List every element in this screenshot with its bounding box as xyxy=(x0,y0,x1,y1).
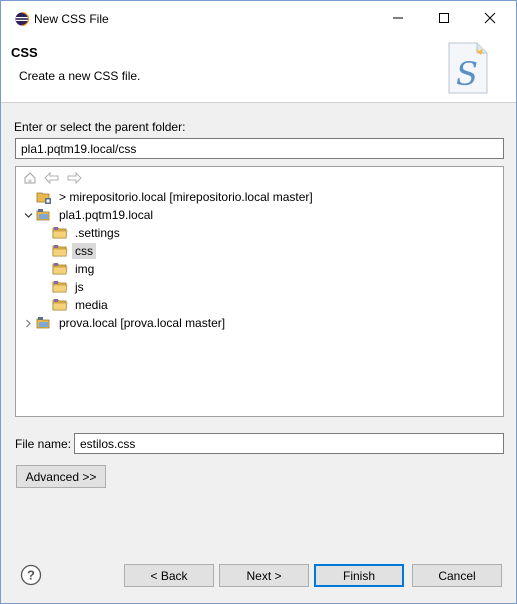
tree-item-settings[interactable]: .settings xyxy=(52,224,123,242)
parent-folder-input[interactable]: pla1.pqtm19.local/css xyxy=(15,138,504,159)
home-icon[interactable] xyxy=(22,170,38,186)
cancel-button[interactable]: Cancel xyxy=(412,564,502,587)
tree-item-css[interactable]: css xyxy=(52,242,96,260)
tree-item-img[interactable]: img xyxy=(52,260,97,278)
back-button-label: < Back xyxy=(150,568,188,583)
tree-item-label: media xyxy=(75,298,108,312)
eclipse-icon xyxy=(15,12,29,26)
close-icon xyxy=(484,12,496,24)
wizard-header: CSS Create a new CSS file. S xyxy=(1,35,516,103)
file-name-label: File name: xyxy=(15,437,72,451)
title-bar: New CSS File xyxy=(1,1,516,35)
tree-item-pla1[interactable]: pla1.pqtm19.local xyxy=(22,206,156,224)
minimize-button[interactable] xyxy=(375,1,421,35)
new-css-file-dialog: New CSS File CSS Create a new CSS file. … xyxy=(0,0,517,604)
back-button[interactable]: < Back xyxy=(124,564,214,587)
tree-item-media[interactable]: media xyxy=(52,296,111,314)
file-name-input[interactable]: estilos.css xyxy=(74,433,504,454)
advanced-button[interactable]: Advanced >> xyxy=(16,465,106,488)
file-name-value: estilos.css xyxy=(80,436,136,451)
maximize-button[interactable] xyxy=(421,1,467,35)
help-icon[interactable]: ? xyxy=(20,564,42,586)
minimize-icon xyxy=(393,17,403,19)
css-file-banner-icon: S xyxy=(448,42,488,94)
advanced-button-label: Advanced >> xyxy=(25,469,97,484)
folder-icon xyxy=(52,263,68,275)
tree-item-label: pla1.pqtm19.local xyxy=(59,208,154,222)
window-title: New CSS File xyxy=(34,12,109,26)
tree-item-label: img xyxy=(75,262,95,276)
folder-icon xyxy=(52,281,68,293)
finish-button[interactable]: Finish xyxy=(314,564,404,587)
tree-item-label: .settings xyxy=(75,226,120,240)
next-button[interactable]: Next > xyxy=(219,564,309,587)
tree-item-label: prova.local [prova.local master] xyxy=(59,316,226,330)
folder-icon xyxy=(52,299,68,311)
tree-toolbar xyxy=(22,170,82,186)
chevron-down-icon[interactable] xyxy=(22,206,34,224)
finish-button-label: Finish xyxy=(342,568,375,583)
close-button[interactable] xyxy=(467,1,513,35)
tree-item-label: js xyxy=(75,280,84,294)
tree-item-prova[interactable]: prova.local [prova.local master] xyxy=(22,314,228,332)
folder-icon xyxy=(52,245,68,257)
tree-item-js[interactable]: js xyxy=(52,278,87,296)
forward-arrow-icon[interactable] xyxy=(66,170,82,186)
open-project-icon xyxy=(36,317,50,329)
open-project-icon xyxy=(36,209,50,221)
next-button-label: Next > xyxy=(246,568,282,583)
svg-text:S: S xyxy=(456,55,478,93)
cancel-button-label: Cancel xyxy=(438,568,476,583)
page-description: Create a new CSS file. xyxy=(19,69,141,83)
tree-item-label: css xyxy=(72,243,96,259)
folder-icon xyxy=(52,227,68,239)
tree-item-label: > mirepositorio.local [mirepositorio.loc… xyxy=(59,190,313,204)
svg-text:?: ? xyxy=(27,568,35,583)
folder-tree[interactable]: > mirepositorio.local [mirepositorio.loc… xyxy=(15,166,504,417)
maximize-icon xyxy=(439,13,449,23)
closed-project-icon xyxy=(36,192,51,204)
tree-item-mirepositorio[interactable]: > mirepositorio.local [mirepositorio.loc… xyxy=(22,188,316,206)
chevron-right-icon[interactable] xyxy=(22,314,34,332)
tree-expander xyxy=(22,188,34,206)
parent-folder-value: pla1.pqtm19.local/css xyxy=(21,141,137,156)
parent-folder-label: Enter or select the parent folder: xyxy=(14,120,186,134)
page-title: CSS xyxy=(11,45,38,60)
back-arrow-icon[interactable] xyxy=(44,170,60,186)
